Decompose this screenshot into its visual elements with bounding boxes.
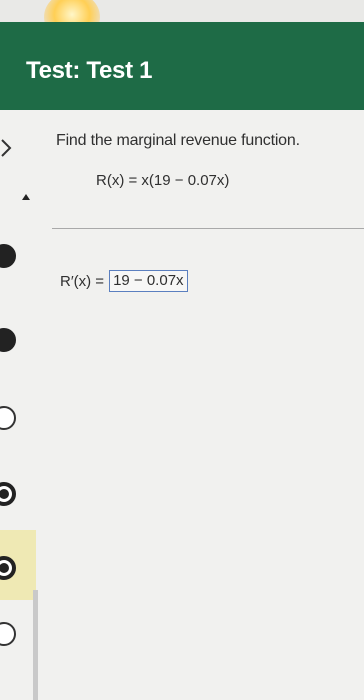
question-nav-sidebar xyxy=(0,110,38,700)
question-status-icon[interactable] xyxy=(0,482,16,506)
question-status-icon[interactable] xyxy=(0,244,16,268)
scroll-up-icon[interactable] xyxy=(22,194,30,200)
question-status-icon[interactable] xyxy=(0,328,16,352)
revenue-function: R(x) = x(19 − 0.07x) xyxy=(96,172,230,189)
answer-row: R′(x) = 19 − 0.07x xyxy=(60,270,188,292)
answer-label: R′(x) = xyxy=(60,272,105,290)
page-title: Test: Test 1 xyxy=(26,57,153,84)
divider xyxy=(52,228,364,229)
answer-input[interactable]: 19 − 0.07x xyxy=(109,270,188,292)
test-header: Test: Test 1 xyxy=(0,22,364,110)
expand-chevron-icon[interactable] xyxy=(0,136,14,160)
question-status-icon[interactable] xyxy=(0,622,16,646)
question-panel: Find the marginal revenue function. R(x)… xyxy=(38,110,364,700)
question-status-icon[interactable] xyxy=(0,406,16,430)
question-prompt: Find the marginal revenue function. xyxy=(56,132,300,149)
